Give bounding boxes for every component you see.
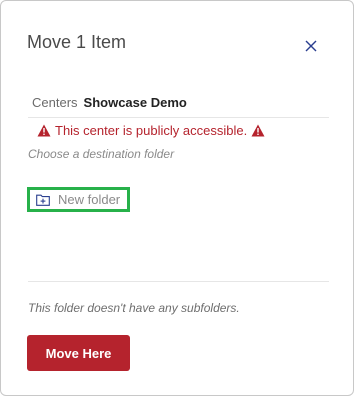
close-button[interactable] [299,34,323,58]
breadcrumb: Centers Showcase Demo [32,95,187,110]
divider [28,117,329,118]
breadcrumb-item-centers[interactable]: Centers [32,95,78,110]
folder-plus-icon [36,194,50,206]
new-folder-button[interactable]: New folder [27,187,130,212]
close-icon [305,40,317,52]
warning-text: This center is publicly accessible. [55,123,248,138]
warning-triangle-icon [37,124,51,137]
warning-triangle-icon [251,124,265,137]
breadcrumb-item-current: Showcase Demo [83,95,187,110]
empty-folder-note: This folder doesn't have any subfolders. [28,301,240,315]
public-access-warning: This center is publicly accessible. [37,123,265,138]
move-here-button[interactable]: Move Here [27,335,130,371]
destination-hint: Choose a destination folder [28,147,175,161]
divider [28,281,329,282]
new-folder-label: New folder [58,192,121,207]
dialog-title: Move 1 Item [27,32,127,52]
move-item-dialog: Move 1 Item Centers Showcase Demo This c… [0,0,354,396]
